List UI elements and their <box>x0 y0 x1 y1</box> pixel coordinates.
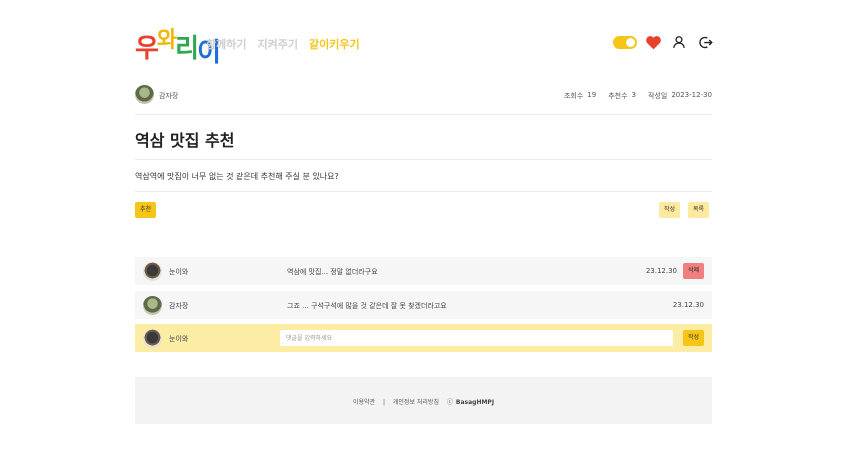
comment-form: 눈이와 작성 <box>135 324 712 352</box>
footer-links: 이용약관 | 개인정보 처리방침 ⓒ BasagHMPJ <box>135 397 712 406</box>
avatar <box>143 329 162 348</box>
nav-item-together[interactable]: 함께하기 <box>206 36 246 52</box>
divider <box>135 159 712 160</box>
comment-date: 23.12.30 <box>645 267 677 275</box>
logo-char: 와 <box>156 28 177 53</box>
comment-date: 23.12.30 <box>672 301 704 309</box>
terms-link[interactable]: 이용약관 <box>353 399 375 406</box>
copyright-icon: ⓒ <box>446 399 453 406</box>
heart-icon[interactable] <box>643 32 663 52</box>
logo-char: 우 <box>135 34 159 64</box>
comment-input[interactable] <box>280 330 673 346</box>
avatar <box>143 262 162 281</box>
footer-separator: | <box>382 399 385 406</box>
comment-text: 역삼에 맛집... 정말 없더라구요 <box>287 268 378 276</box>
views-label: 조회수 <box>563 92 584 100</box>
post-author: 감자장 <box>159 92 179 100</box>
post-stats: 조회수 19 추천수 3 작성일 2023-12-30 <box>564 91 712 101</box>
theme-toggle[interactable] <box>613 35 637 49</box>
avatar <box>143 296 162 315</box>
comment-form-author: 눈이와 <box>169 335 189 343</box>
avatar <box>135 85 154 104</box>
comment-row: 눈이와 역삼에 맛집... 정말 없더라구요 23.12.30 삭제 <box>135 257 712 285</box>
comment-author: 감자장 <box>169 302 189 310</box>
divider <box>135 191 712 192</box>
comment-row: 감자장 그죠 ... 구석구석에 많을 것 같은데 잘 못 찾겠더라고요 23.… <box>135 291 712 319</box>
user-icon[interactable] <box>669 32 689 52</box>
post-content: 역삼역에 맛집이 너무 없는 것 같은데 추천해 주실 분 있나요? <box>135 172 339 181</box>
logout-icon[interactable] <box>695 32 715 52</box>
likes-label: 추천수 <box>608 92 628 100</box>
privacy-link[interactable]: 개인정보 처리방침 <box>393 399 439 406</box>
main-nav: 함께하기 지켜주기 같이키우기 <box>206 36 360 52</box>
list-button[interactable]: 목록 <box>688 202 710 218</box>
post-title: 역삼 맛집 추천 <box>135 131 235 150</box>
date-label: 작성일 <box>647 92 668 100</box>
comment-author: 눈이와 <box>169 268 189 276</box>
site-header: 우 와 리 이 함께하기 지켜주기 같이키우기 <box>135 20 715 66</box>
site-footer: 이용약관 | 개인정보 처리방침 ⓒ BasagHMPJ <box>135 377 712 424</box>
delete-comment-button[interactable]: 삭제 <box>682 263 704 279</box>
likes-count: 3 <box>631 91 636 99</box>
comment-text: 그죠 ... 구석구석에 많을 것 같은데 잘 못 찾겠더라고요 <box>287 302 447 310</box>
post-date: 2023-12-30 <box>671 91 712 99</box>
post-meta: 감자장 조회수 19 추천수 3 작성일 2023-12-30 <box>135 85 712 115</box>
post-tag: 추천 <box>135 202 157 218</box>
nav-item-protect[interactable]: 지켜주기 <box>257 36 297 52</box>
nav-item-raise[interactable]: 같이키우기 <box>309 36 360 52</box>
logo-char: 리 <box>175 34 199 64</box>
footer-brand: BasagHMPJ <box>455 399 495 406</box>
views-count: 19 <box>587 91 597 99</box>
write-button[interactable]: 작성 <box>659 202 681 218</box>
submit-comment-button[interactable]: 작성 <box>682 330 704 346</box>
header-actions <box>613 32 715 52</box>
